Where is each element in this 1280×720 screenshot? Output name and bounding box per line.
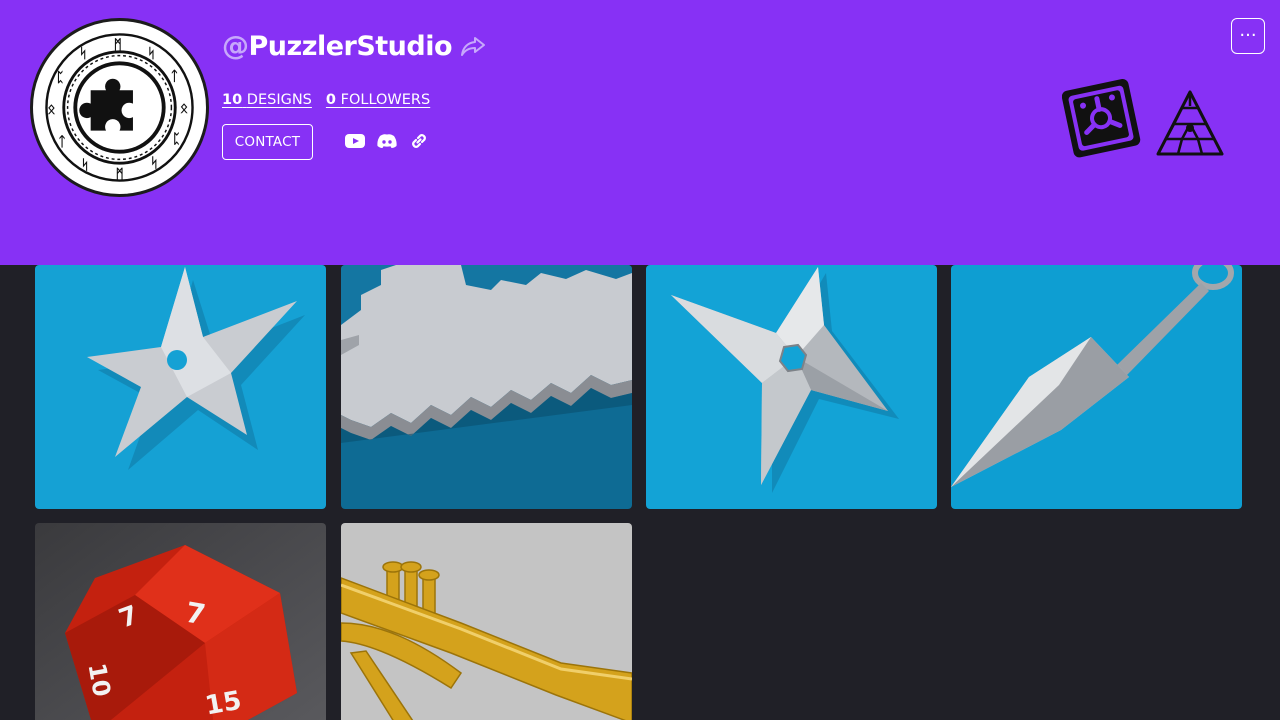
username: @PuzzlerStudio [222,30,453,62]
followers-label: FOLLOWERS [340,92,431,108]
username-text: PuzzlerStudio [248,30,453,62]
svg-text:15: 15 [203,686,244,720]
share-icon[interactable] [460,34,486,58]
design-card-four-point-shuriken[interactable] [646,265,937,509]
svg-text:ᛋ: ᛋ [150,155,158,171]
more-options-button[interactable]: ··· [1231,18,1265,54]
svg-text:ᛟ: ᛟ [47,102,55,117]
contact-button[interactable]: CONTACT [222,124,313,160]
svg-text:ᛈ: ᛈ [56,71,64,86]
designs-count: 10 [222,92,243,108]
svg-text:ᛋ: ᛋ [147,46,155,62]
design-card-red-d20-die[interactable]: 7 7 10 15 [35,523,326,720]
username-at: @ [222,30,249,62]
link-icon[interactable] [408,130,430,152]
svg-text:ᛗ: ᛗ [114,38,122,53]
designs-label: DESIGNS [246,92,312,108]
profile-header: ᛗ ᛋ ᛏ ᛟ ᛈ ᛋ ᛗ ᛋ ᛏ ᛟ ᛈ ᛋ @PuzzlerStudio 1… [0,0,1280,265]
followers-count: 0 [325,92,336,108]
achievement-badges [1061,76,1230,164]
discord-icon[interactable] [376,130,398,152]
username-row: @PuzzlerStudio [222,28,486,64]
profile-stats: 10 DESIGNS 0 FOLLOWERS [222,92,430,108]
svg-text:ᛏ: ᛏ [170,70,178,85]
svg-text:ᛏ: ᛏ [58,135,66,150]
svg-text:ᛈ: ᛈ [172,132,180,147]
design-card-golden-trumpet[interactable] [341,523,632,720]
svg-text:ᛋ: ᛋ [81,157,89,173]
svg-text:ᛟ: ᛟ [180,101,188,116]
svg-text:ᛗ: ᛗ [116,168,124,183]
triangle-cube-badge-icon[interactable] [1150,76,1230,164]
gear-badge-icon[interactable] [1061,76,1142,164]
profile-avatar[interactable]: ᛗ ᛋ ᛏ ᛟ ᛈ ᛋ ᛗ ᛋ ᛏ ᛟ ᛈ ᛋ [30,18,209,197]
design-card-pixel-sword[interactable] [341,265,632,509]
design-card-kunai[interactable] [951,265,1242,509]
youtube-icon[interactable] [344,130,366,152]
followers-count-link[interactable]: 0 FOLLOWERS [326,92,430,108]
design-card-shuriken-star[interactable] [35,265,326,509]
svg-text:ᛋ: ᛋ [79,46,87,62]
svg-text:10: 10 [83,661,116,699]
designs-count-link[interactable]: 10 DESIGNS [222,92,312,108]
social-links [344,130,430,152]
